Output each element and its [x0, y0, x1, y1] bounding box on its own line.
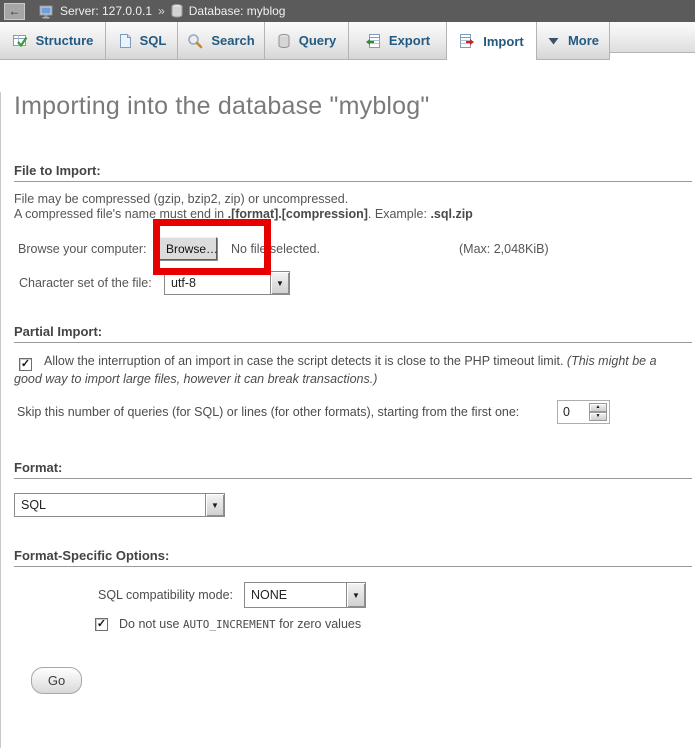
- breadcrumb-database-link[interactable]: Database: myblog: [189, 4, 286, 18]
- sql-compatibility-label: SQL compatibility mode:: [94, 588, 244, 602]
- tab-sql[interactable]: SQL: [106, 22, 178, 60]
- charset-row: Character set of the file: utf-8 ▼: [14, 271, 695, 295]
- breadcrumb-separator: »: [158, 4, 165, 18]
- max-upload-size-text: (Max: 2,048KiB): [459, 242, 549, 256]
- tab-label: Import: [483, 34, 523, 49]
- section-heading-partial-import: Partial Import:: [14, 324, 692, 343]
- charset-selected-value: utf-8: [165, 276, 196, 290]
- sql-icon: [117, 33, 132, 49]
- dropdown-arrow-icon[interactable]: ▼: [205, 494, 224, 516]
- section-heading-format: Format:: [14, 460, 692, 479]
- chevron-down-icon: [547, 36, 560, 46]
- section-heading-format-specific-options: Format-Specific Options:: [14, 548, 692, 567]
- breadcrumb: ← Server: 127.0.0.1 » Database: myblog: [0, 0, 695, 22]
- spinner-up-button[interactable]: ▲: [589, 403, 607, 412]
- back-button[interactable]: ←: [4, 3, 25, 20]
- tabbar-filler: [610, 22, 695, 53]
- tab-import[interactable]: Import: [447, 22, 537, 60]
- search-icon: [187, 33, 203, 49]
- dropdown-arrow-icon[interactable]: ▼: [346, 583, 365, 607]
- allow-interrupt-label: Allow the interruption of an import in c…: [44, 354, 567, 368]
- auto-increment-checkbox[interactable]: ✓: [95, 618, 108, 631]
- tab-label: More: [568, 33, 599, 48]
- browse-button[interactable]: Browse…: [159, 237, 217, 260]
- browse-label: Browse your computer:: [14, 242, 159, 256]
- file-import-description: File may be compressed (gzip, bzip2, zip…: [14, 192, 695, 222]
- tab-more[interactable]: More: [537, 22, 610, 60]
- tab-structure[interactable]: Structure: [0, 22, 106, 60]
- sql-compatibility-value: NONE: [245, 588, 287, 602]
- skip-queries-label: Skip this number of queries (for SQL) or…: [14, 405, 557, 419]
- tab-export[interactable]: Export: [349, 22, 447, 60]
- section-heading-file-to-import: File to Import:: [14, 163, 692, 182]
- tab-label: Structure: [36, 33, 94, 48]
- charset-label: Character set of the file:: [14, 276, 164, 290]
- skip-queries-input[interactable]: 0 ▲ ▼: [557, 400, 610, 424]
- import-page: Importing into the database "myblog" Fil…: [0, 92, 695, 748]
- server-icon: [39, 4, 54, 19]
- page-title: Importing into the database "myblog": [14, 92, 691, 121]
- allow-interrupt-checkbox[interactable]: ✓: [19, 358, 32, 371]
- tab-label: Query: [299, 33, 337, 48]
- skip-queries-value: 0: [558, 401, 570, 423]
- auto-increment-code: AUTO_INCREMENT: [183, 618, 276, 631]
- go-button[interactable]: Go: [31, 667, 82, 694]
- export-icon: [365, 33, 381, 49]
- dropdown-arrow-icon[interactable]: ▼: [270, 272, 289, 294]
- file-upload-row: Browse your computer: Browse… No file se…: [14, 236, 695, 261]
- database-icon: [171, 4, 183, 18]
- import-icon: [459, 33, 475, 49]
- spinner-down-button[interactable]: ▼: [589, 412, 607, 421]
- tab-label: SQL: [140, 33, 167, 48]
- compression-info-line: File may be compressed (gzip, bzip2, zip…: [14, 192, 695, 207]
- format-selected-value: SQL: [15, 498, 46, 512]
- submit-row: Go: [14, 667, 695, 694]
- auto-increment-row: ✓ Do not use AUTO_INCREMENT for zero val…: [94, 617, 695, 631]
- sql-compatibility-row: SQL compatibility mode: NONE ▼: [94, 582, 695, 608]
- format-specific-options-block: SQL compatibility mode: NONE ▼ ✓ Do not …: [94, 582, 695, 631]
- naming-info-line: A compressed file's name must end in .[f…: [14, 207, 695, 222]
- skip-queries-row: Skip this number of queries (for SQL) or…: [14, 400, 695, 424]
- allow-interrupt-row: ✓ Allow the interruption of an import in …: [14, 353, 695, 388]
- structure-icon: [12, 33, 28, 49]
- number-spinner: ▲ ▼: [589, 403, 607, 421]
- auto-increment-label: Do not use AUTO_INCREMENT for zero value…: [119, 617, 361, 631]
- no-file-selected-text: No file selected.: [231, 242, 361, 256]
- breadcrumb-server-link[interactable]: Server: 127.0.0.1: [60, 4, 152, 18]
- check-mark-icon: ✓: [97, 619, 106, 630]
- check-mark-icon: ✓: [21, 359, 30, 370]
- tab-label: Export: [389, 33, 430, 48]
- tab-label: Search: [211, 33, 254, 48]
- tab-search[interactable]: Search: [178, 22, 265, 60]
- sql-compatibility-select[interactable]: NONE ▼: [244, 582, 366, 608]
- tab-bar: Structure SQL Search Query Expor: [0, 22, 695, 60]
- tab-query[interactable]: Query: [265, 22, 349, 60]
- query-icon: [277, 33, 291, 49]
- format-select[interactable]: SQL ▼: [14, 493, 225, 517]
- charset-select[interactable]: utf-8 ▼: [164, 271, 290, 295]
